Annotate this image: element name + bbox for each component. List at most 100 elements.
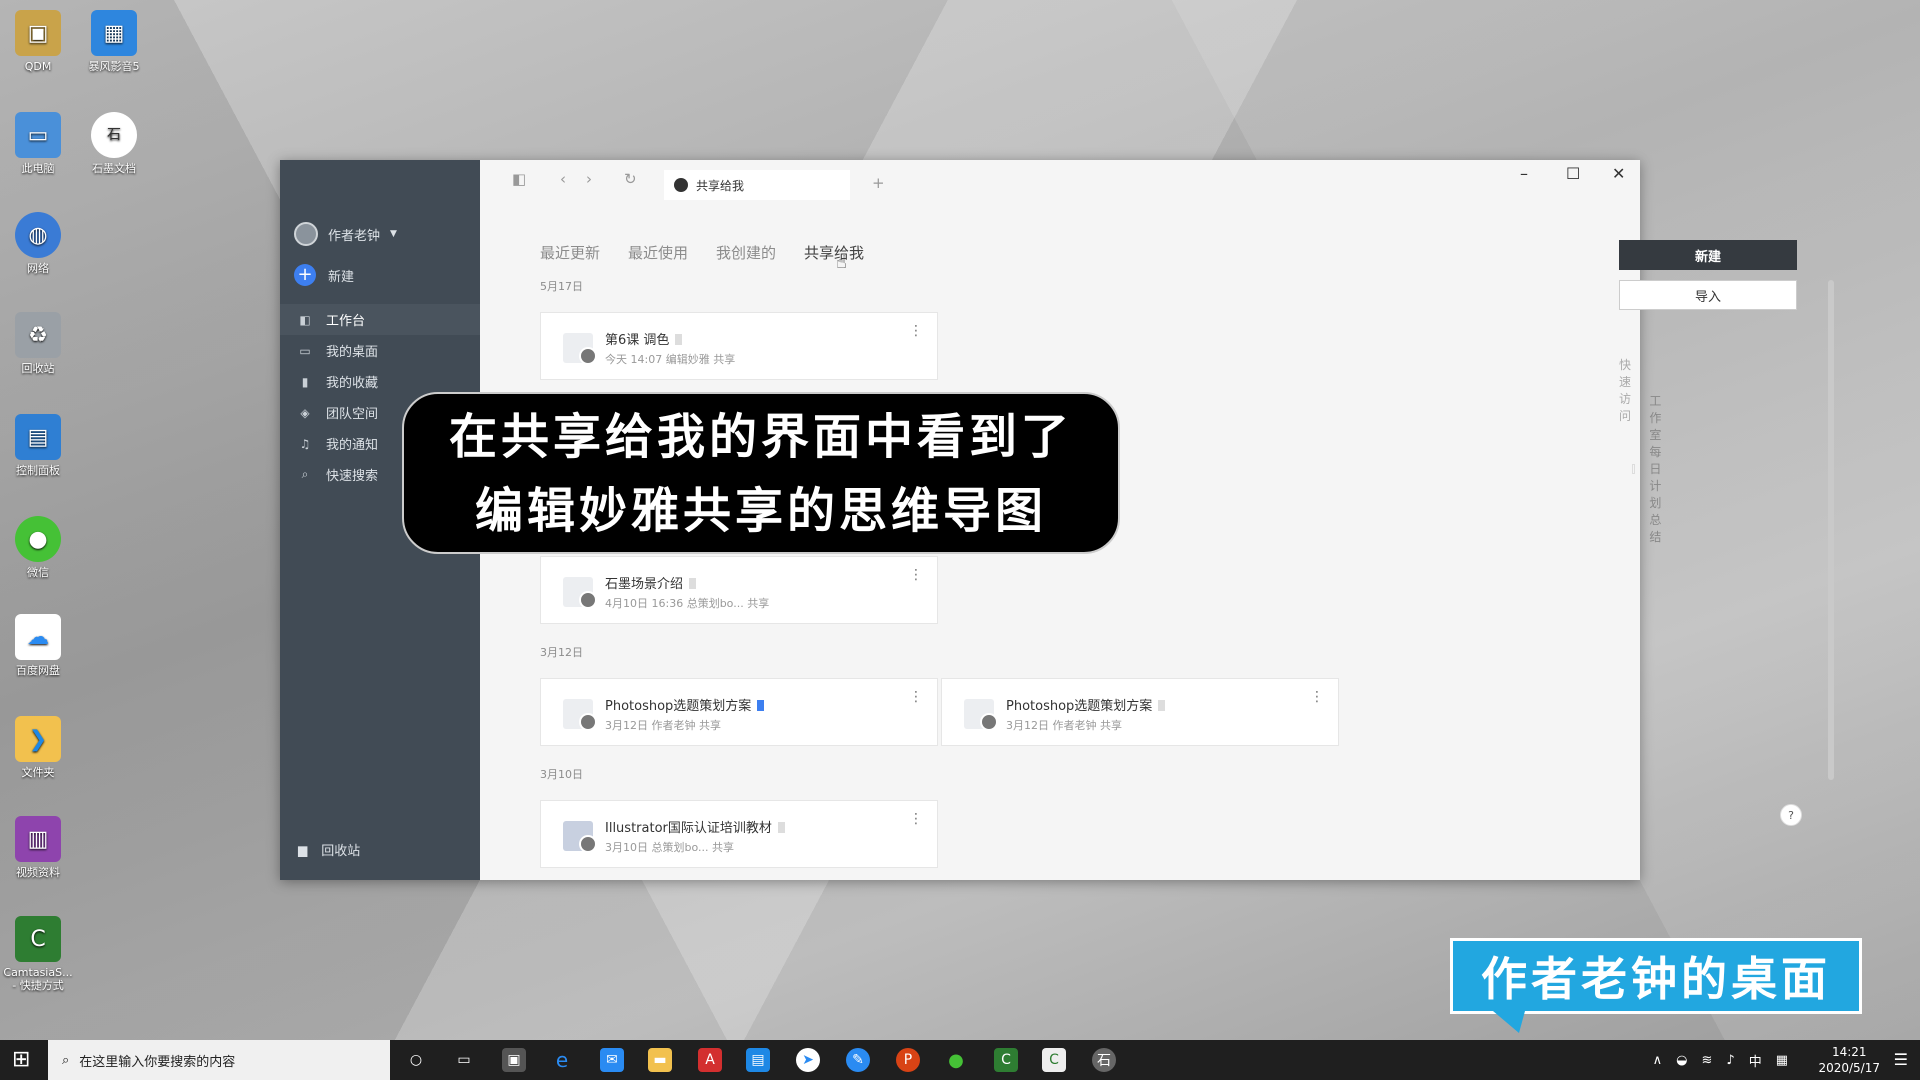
clock[interactable]: 14:21 2020/5/17 — [1818, 1044, 1880, 1076]
bookmark-icon: ▮ — [301, 374, 309, 389]
file-card[interactable]: 石墨场景介绍 4月10日 16:36 总策划bo... 共享 ⋮ — [540, 556, 938, 624]
file-name: Photoshop选题策划方案 — [605, 699, 752, 714]
more-icon[interactable]: ⋮ — [909, 323, 923, 339]
tab-shared-with-me[interactable]: 共享给我 — [804, 242, 864, 263]
file-meta: 3月12日 作者老钟 共享 — [605, 719, 721, 732]
paper-plane-icon[interactable]: ➤ — [796, 1048, 820, 1072]
wechat-icon[interactable]: ● — [944, 1048, 968, 1072]
file-card[interactable]: 第6课 调色 今天 14:07 编辑妙雅 共享 ⋮ — [540, 312, 938, 380]
desktop-icon-shimo[interactable]: 石石墨文档 — [76, 112, 152, 175]
volume-icon[interactable]: ♪ — [1726, 1053, 1734, 1068]
bookmark-icon[interactable] — [689, 578, 697, 589]
file-meta: 3月10日 总策划bo... 共享 — [605, 841, 734, 854]
tab-icon — [674, 178, 688, 192]
sidebar-item-workbench[interactable]: ◧ 工作台 — [280, 304, 480, 335]
hand-cursor-icon: ☝ — [836, 252, 847, 273]
taskbar-search[interactable]: ⌕ 在这里输入你要搜索的内容 — [48, 1040, 390, 1080]
cortana-icon[interactable]: ○ — [404, 1048, 428, 1072]
back-icon[interactable]: ‹ — [560, 170, 566, 188]
new-button[interactable]: 新建 — [1619, 240, 1797, 270]
search-icon: ⌕ — [301, 467, 309, 481]
desktop-icon-camtasia[interactable]: C CamtasiaS... - 快捷方式 — [0, 916, 76, 992]
tab-created-by-me[interactable]: 我创建的 — [716, 242, 776, 263]
desktop-icon-baofeng[interactable]: ▦ 暴风影音5 — [76, 10, 152, 73]
desktop-icon-video-materials[interactable]: ▥ 视频资料 — [0, 816, 76, 879]
qdm-icon: ▣ — [15, 10, 61, 56]
windows-start-icon[interactable]: ⊞ — [12, 1048, 30, 1072]
file-name: Illustrator国际认证培训教材 — [605, 821, 772, 836]
desktop-icon-computer[interactable]: ▭ 此电脑 — [0, 112, 76, 175]
desktop-icon-baidu-netdisk[interactable]: ☁ 百度网盘 — [0, 614, 76, 677]
desktop-icon-wechat[interactable]: ● 微信 — [0, 516, 76, 579]
help-icon[interactable]: ? — [1780, 804, 1802, 826]
network-tray-icon[interactable]: ◒ — [1676, 1053, 1687, 1068]
camtasia-icon[interactable]: C — [994, 1048, 1018, 1072]
avatar — [294, 222, 318, 246]
ime-indicator[interactable]: 中 — [1749, 1051, 1762, 1070]
maximize-icon[interactable]: ☐ — [1566, 164, 1580, 183]
taskbar: ⊞ ⌕ 在这里输入你要搜索的内容 ○ ▭ ▣ e ✉ ▬ A ▤ ➤ ✎ P ●… — [0, 1040, 1920, 1080]
computer-icon: ▭ — [15, 112, 61, 158]
new-tab-icon[interactable]: + — [872, 174, 885, 192]
tab-recent-updates[interactable]: 最近更新 — [540, 242, 600, 263]
scrollbar[interactable] — [1828, 280, 1834, 780]
bookmark-icon[interactable] — [777, 822, 785, 833]
feather-icon[interactable]: ✎ — [846, 1048, 870, 1072]
notification-icon[interactable]: ☰ — [1894, 1050, 1908, 1069]
bookmark-icon[interactable] — [675, 334, 683, 345]
desktop-icon-folder-app[interactable]: ❯ 文件夹 — [0, 716, 76, 779]
mail-icon[interactable]: ✉ — [600, 1048, 624, 1072]
import-button[interactable]: 导入 — [1619, 280, 1797, 310]
forward-icon[interactable]: › — [586, 170, 592, 188]
recycle-bin-icon: ♻ — [15, 312, 61, 358]
more-icon[interactable]: ⋮ — [909, 689, 923, 705]
edge-icon[interactable]: e — [550, 1048, 574, 1072]
quick-access-item[interactable]: 工作室每日计划总结 — [1632, 392, 1668, 545]
wechat-icon: ● — [15, 516, 61, 562]
author-desktop-tag: 作者老钟的桌面 — [1450, 938, 1862, 1033]
pdf-icon[interactable]: A — [698, 1048, 722, 1072]
keyboard-icon[interactable]: ▦ — [1776, 1053, 1788, 1068]
more-icon[interactable]: ⋮ — [909, 811, 923, 827]
close-icon[interactable]: ✕ — [1612, 164, 1625, 183]
file-explorer-icon[interactable]: ▬ — [648, 1048, 672, 1072]
tab-recent-used[interactable]: 最近使用 — [628, 242, 688, 263]
network-icon: ◍ — [15, 212, 61, 258]
refresh-icon[interactable]: ↻ — [624, 170, 637, 188]
file-card[interactable]: Illustrator国际认证培训教材 3月10日 总策划bo... 共享 ⋮ — [540, 800, 938, 868]
user-name: 作者老钟 — [328, 228, 381, 244]
file-card[interactable]: Photoshop选题策划方案 3月12日 作者老钟 共享 ⋮ — [540, 678, 938, 746]
control-panel-icon: ▤ — [15, 414, 61, 460]
baidu-netdisk-icon: ☁ — [15, 614, 61, 660]
desktop-icon-qdm[interactable]: ▣ QDM — [0, 10, 76, 73]
store-icon[interactable]: ▣ — [502, 1048, 526, 1072]
desktop-icon-recycle[interactable]: ♻ 回收站 — [0, 312, 76, 375]
user-menu[interactable]: 作者老钟 ▼ — [294, 222, 397, 246]
desktop-icon-network[interactable]: ◍ 网络 — [0, 212, 76, 275]
bookmark-icon[interactable] — [1158, 700, 1166, 711]
caption-line-2: 编辑妙雅共享的思维导图 — [474, 483, 1047, 539]
search-icon: ⌕ — [62, 1052, 70, 1068]
sidebar-new-button[interactable]: + 新建 — [294, 264, 354, 286]
sidebar-item-trash[interactable]: ▆ 回收站 — [298, 840, 360, 860]
desktop-icon-control-panel[interactable]: ▤ 控制面板 — [0, 414, 76, 477]
app-icon[interactable]: ▤ — [746, 1048, 770, 1072]
powerpoint-icon[interactable]: P — [896, 1048, 920, 1072]
task-view-icon[interactable]: ▭ — [452, 1048, 476, 1072]
minimize-icon[interactable]: – — [1520, 164, 1528, 183]
wifi-icon[interactable]: ≋ — [1701, 1053, 1712, 1068]
file-name: 石墨场景介绍 — [605, 577, 684, 592]
shimo-taskbar-icon[interactable]: 石 — [1092, 1048, 1116, 1072]
camtasia-recorder-icon[interactable]: C — [1042, 1048, 1066, 1072]
more-icon[interactable]: ⋮ — [1310, 689, 1324, 705]
file-meta: 3月12日 作者老钟 共享 — [1006, 719, 1122, 732]
team-icon: ◈ — [300, 405, 310, 420]
bookmark-icon[interactable] — [757, 700, 765, 711]
browser-tab[interactable]: 共享给我 — [664, 170, 850, 200]
sidebar-toggle-icon[interactable]: ◧ — [512, 170, 526, 188]
sidebar-item-my-desktop[interactable]: ▭ 我的桌面 — [280, 335, 480, 366]
file-card[interactable]: Photoshop选题策划方案 3月12日 作者老钟 共享 ⋮ — [941, 678, 1339, 746]
more-icon[interactable]: ⋮ — [909, 567, 923, 583]
chevron-up-icon[interactable]: ∧ — [1653, 1053, 1663, 1068]
date-header: 5月17日 — [540, 280, 583, 293]
